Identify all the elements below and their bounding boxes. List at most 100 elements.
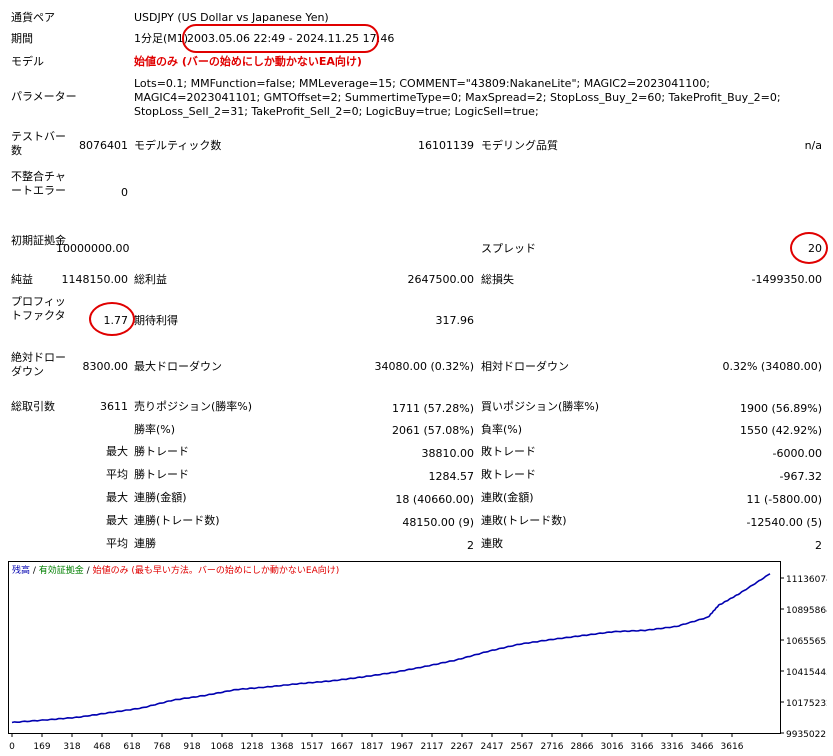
x-tick-label: 1218 — [241, 742, 264, 752]
expected-payoff-label: 期待利得 — [134, 314, 178, 327]
net-profit-label: 純益 — [11, 273, 33, 286]
total-trades-value: 3611 — [100, 400, 128, 413]
bars-value: 8076401 — [79, 139, 128, 152]
abs-drawdown-label: 絶対ドローダウン — [11, 351, 66, 378]
max-row-label: 最大 — [106, 445, 128, 458]
x-tick-label: 1967 — [391, 742, 414, 752]
total-trades-label: 総取引数 — [11, 400, 55, 413]
y-tick-label: 10895864 — [786, 606, 827, 616]
period-prefix: 1分足(M1) — [134, 32, 189, 45]
ticks-label: モデルティック数 — [134, 139, 222, 152]
max-row-label-2: 最大 — [106, 491, 128, 504]
loss-trades-value: 1550 (42.92%) — [739, 424, 822, 437]
x-tick-label: 618 — [123, 742, 140, 752]
bars-label: テストバー数 — [11, 130, 66, 157]
profit-factor-label: プロフィットファクタ — [11, 295, 66, 322]
x-tick-label: 2417 — [481, 742, 504, 752]
mismatch-value: 0 — [121, 186, 128, 199]
x-tick-label: 768 — [153, 742, 170, 752]
quality-label: モデリング品質 — [481, 139, 558, 152]
largest-win-value: 38810.00 — [421, 447, 475, 460]
quality-value: n/a — [804, 139, 822, 152]
x-tick-label: 318 — [63, 742, 80, 752]
x-tick-label: 1817 — [361, 742, 384, 752]
abs-drawdown-value: 8300.00 — [82, 360, 129, 373]
x-tick-label: 3466 — [691, 742, 714, 752]
cons-loss-count-label: 連敗(トレード数) — [481, 514, 567, 527]
profit-trades-label: 勝率(%) — [134, 423, 176, 436]
y-tick-label: 9935022 — [786, 730, 826, 740]
cons-loss-money-value: 11 (-5800.00) — [746, 493, 822, 506]
cons-win-money-label: 連勝(金額) — [134, 491, 187, 504]
cons-loss-money-label: 連敗(金額) — [481, 491, 534, 504]
x-tick-label: 1368 — [271, 742, 294, 752]
x-tick-label: 2866 — [571, 742, 594, 752]
model-label: モデル — [11, 55, 44, 68]
params-label: パラメーター — [11, 90, 77, 103]
y-tick-label: 10415443 — [786, 668, 827, 678]
profit-trades-value: 2061 (57.08%) — [391, 424, 474, 437]
period-label: 期間 — [11, 32, 33, 45]
profit-factor-value: 1.77 — [103, 314, 129, 327]
avg-cons-loss-value: 2 — [815, 539, 822, 552]
gross-profit-value: 2647500.00 — [407, 273, 474, 286]
avg-loss-value: -967.32 — [779, 470, 822, 483]
rel-drawdown-value: 0.32% (34080.00) — [722, 360, 822, 373]
y-tick-label: 10655653 — [786, 637, 827, 647]
short-positions-label: 売りポジション(勝率%) — [134, 400, 253, 413]
period-range: 2003.05.06 22:49 - 2024.11.25 17:46 — [187, 32, 395, 45]
max-row-label-3: 最大 — [106, 514, 128, 527]
gross-loss-label: 総損失 — [481, 273, 514, 286]
balance-chart: 残高 / 有効証拠金 / 始値のみ (最も早い方法。バーの始めにしか動かないEA… — [8, 561, 832, 753]
spread-value: 20 — [808, 242, 822, 255]
x-tick-label: 2267 — [451, 742, 474, 752]
mismatch-label: 不整合チャートエラー — [11, 170, 66, 197]
rel-drawdown-label: 相対ドローダウン — [481, 360, 569, 373]
long-positions-value: 1900 (56.89%) — [739, 402, 822, 415]
largest-win-label: 勝トレード — [134, 445, 189, 458]
x-tick-label: 2716 — [541, 742, 564, 752]
avg-win-value: 1284.57 — [428, 470, 475, 483]
long-positions-label: 買いポジション(勝率%) — [481, 400, 600, 413]
plot-frame — [8, 561, 781, 734]
legend-item-0: 残高 — [12, 564, 30, 576]
x-tick-label: 468 — [93, 742, 110, 752]
avg-cons-loss-label: 連敗 — [481, 537, 503, 550]
model-value: 始値のみ (バーの始めにしか動かないEA向け) — [134, 55, 362, 68]
largest-loss-label: 敗トレード — [481, 445, 536, 458]
x-tick-label: 1517 — [301, 742, 324, 752]
net-profit-value: 1148150.00 — [61, 273, 128, 286]
avg-cons-win-label: 連勝 — [134, 537, 156, 550]
x-tick-label: 169 — [33, 742, 50, 752]
y-tick-label: 11136074 — [786, 575, 827, 585]
legend-item-1: 有効証拠金 — [39, 564, 84, 576]
x-tick-label: 3016 — [601, 742, 624, 752]
legend-item-2: 始値のみ (最も早い方法。バーの始めにしか動かないEA向け) — [93, 564, 340, 576]
expected-payoff-value: 317.96 — [435, 314, 475, 327]
x-tick-label: 3616 — [721, 742, 744, 752]
symbol-label: 通貨ペア — [11, 11, 55, 24]
x-tick-label: 2567 — [511, 742, 534, 752]
cons-loss-count-value: -12540.00 (5) — [746, 516, 822, 529]
params-value: Lots=0.1; MMFunction=false; MMLeverage=1… — [134, 77, 781, 118]
cons-win-money-value: 18 (40660.00) — [395, 493, 474, 506]
max-drawdown-value: 34080.00 (0.32%) — [374, 360, 474, 373]
avg-win-label: 勝トレード — [134, 468, 189, 481]
symbol-value: USDJPY (US Dollar vs Japanese Yen) — [134, 11, 329, 24]
avg-loss-label: 敗トレード — [481, 468, 536, 481]
x-tick-label: 1068 — [211, 742, 234, 752]
cons-win-count-label: 連勝(トレード数) — [134, 514, 220, 527]
x-tick-label: 918 — [183, 742, 200, 752]
y-tick-label: 10175232 — [786, 699, 827, 709]
loss-trades-label: 負率(%) — [481, 423, 523, 436]
max-drawdown-label: 最大ドローダウン — [134, 360, 222, 373]
deposit-value: 10000000.00 — [56, 242, 130, 255]
cons-win-count-value: 48150.00 (9) — [402, 516, 474, 529]
ticks-value: 16101139 — [418, 139, 474, 152]
chart-legend: 残高 / 有効証拠金 / 始値のみ (最も早い方法。バーの始めにしか動かないEA… — [12, 564, 339, 576]
avg-row-label-2: 平均 — [106, 537, 128, 550]
gross-loss-value: -1499350.00 — [751, 273, 822, 286]
x-tick-label: 2117 — [421, 742, 444, 752]
x-tick-label: 3166 — [631, 742, 654, 752]
avg-cons-win-value: 2 — [467, 539, 474, 552]
